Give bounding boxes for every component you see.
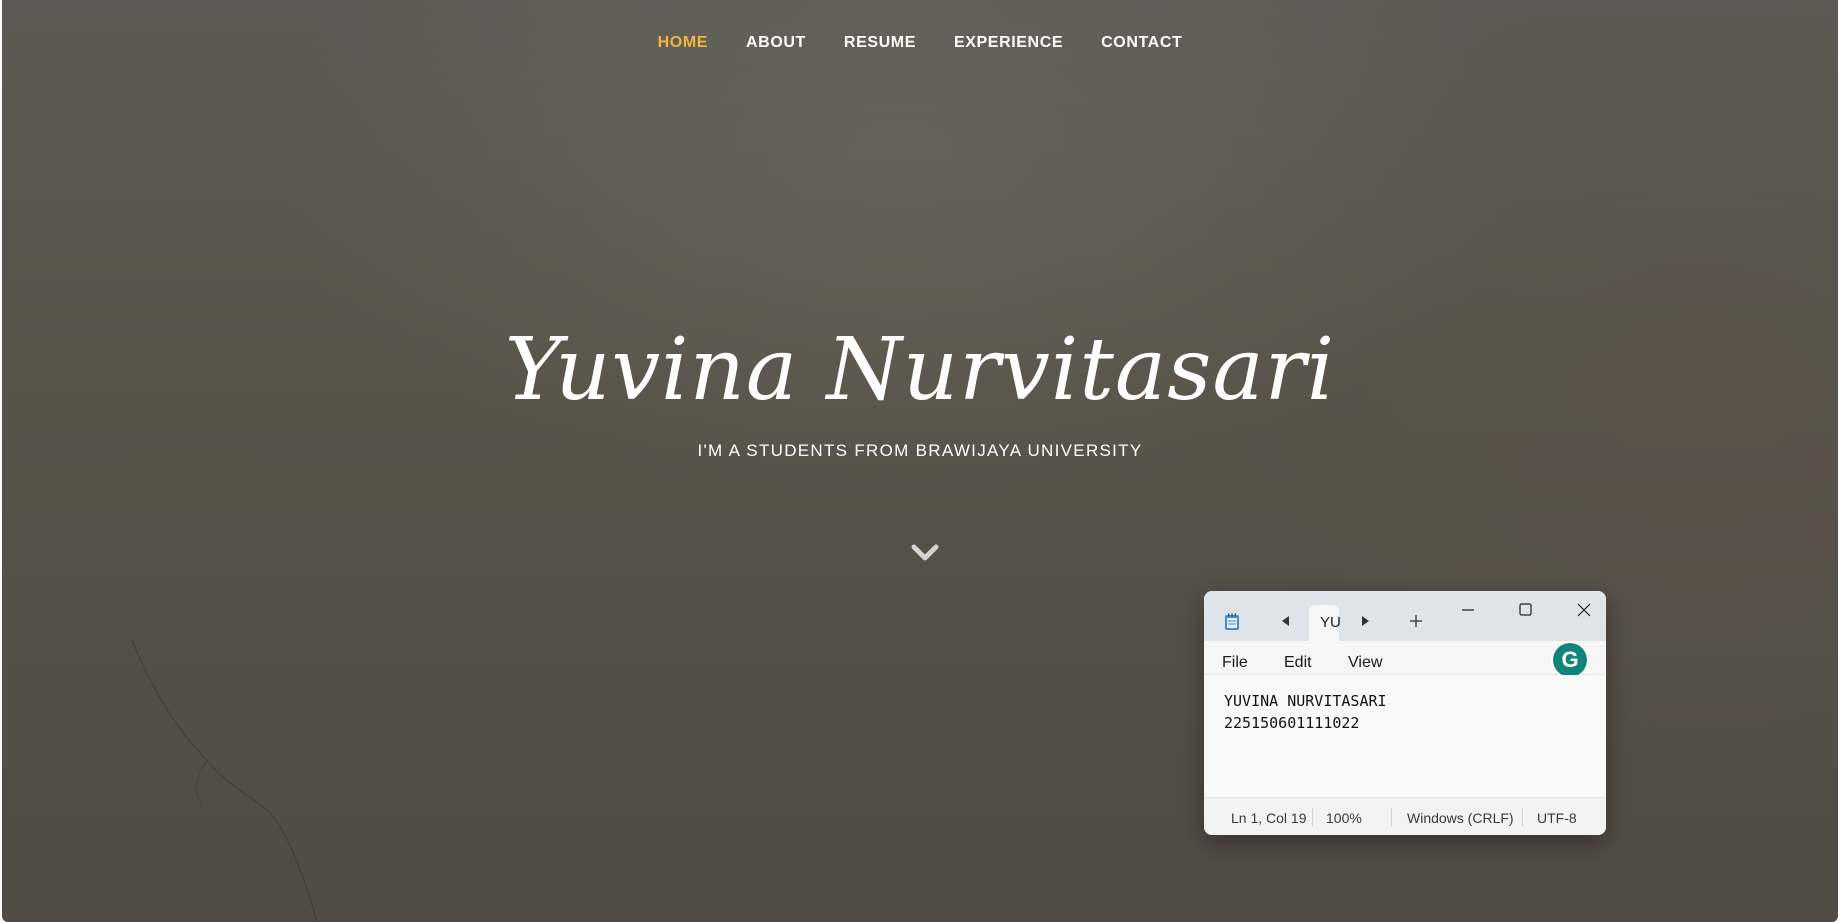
hero-title: Yuvina Nurvitasari xyxy=(504,320,1336,420)
new-tab-icon[interactable] xyxy=(1408,613,1424,629)
nav-home[interactable]: HOME xyxy=(658,34,708,52)
notepad-tab-label: YU xyxy=(1320,614,1341,631)
nav-contact[interactable]: CONTACT xyxy=(1101,34,1182,52)
notepad-status-bar: Ln 1, Col 19 100% Windows (CRLF) UTF-8 xyxy=(1204,797,1606,835)
hero-subtitle: I'M A STUDENTS FROM BRAWIJAYA UNIVERSITY xyxy=(697,441,1143,460)
close-icon[interactable] xyxy=(1570,599,1598,621)
tab-prev-icon[interactable] xyxy=(1279,614,1293,628)
status-zoom[interactable]: 100% xyxy=(1326,810,1362,826)
grammarly-icon: G xyxy=(1553,643,1587,677)
nav-resume[interactable]: RESUME xyxy=(844,34,916,52)
menu-view[interactable]: View xyxy=(1348,654,1382,672)
status-cursor-position: Ln 1, Col 19 xyxy=(1231,810,1307,826)
nav-about[interactable]: ABOUT xyxy=(746,34,806,52)
text-line: YUVINA NURVITASARI xyxy=(1224,692,1387,710)
notepad-app-icon xyxy=(1225,613,1239,630)
grammarly-button[interactable]: G xyxy=(1551,641,1589,679)
tab-next-icon[interactable] xyxy=(1358,614,1372,628)
status-line-ending[interactable]: Windows (CRLF) xyxy=(1407,810,1514,826)
status-separator xyxy=(1522,808,1523,826)
status-encoding[interactable]: UTF-8 xyxy=(1537,810,1577,826)
status-separator xyxy=(1312,808,1313,826)
status-separator xyxy=(1391,808,1392,826)
notepad-titlebar[interactable]: YU xyxy=(1204,591,1606,641)
notepad-menubar: File Edit View xyxy=(1204,641,1606,675)
scroll-down-button[interactable] xyxy=(908,536,942,570)
notepad-window: YU File Edit View G YUVINA NURVITASARI 2… xyxy=(1204,591,1606,835)
nav-experience[interactable]: EXPERIENCE xyxy=(954,34,1063,52)
main-navigation: HOME ABOUT RESUME EXPERIENCE CONTACT xyxy=(2,34,1838,52)
notepad-text-area[interactable]: YUVINA NURVITASARI 225150601111022 xyxy=(1204,675,1606,797)
notepad-tab[interactable]: YU xyxy=(1309,605,1341,641)
text-line: 225150601111022 xyxy=(1224,714,1360,732)
menu-file[interactable]: File xyxy=(1222,654,1248,672)
minimize-icon[interactable] xyxy=(1454,599,1482,621)
chevron-down-icon xyxy=(911,544,939,561)
maximize-icon[interactable] xyxy=(1511,599,1539,621)
menu-edit[interactable]: Edit xyxy=(1284,654,1312,672)
